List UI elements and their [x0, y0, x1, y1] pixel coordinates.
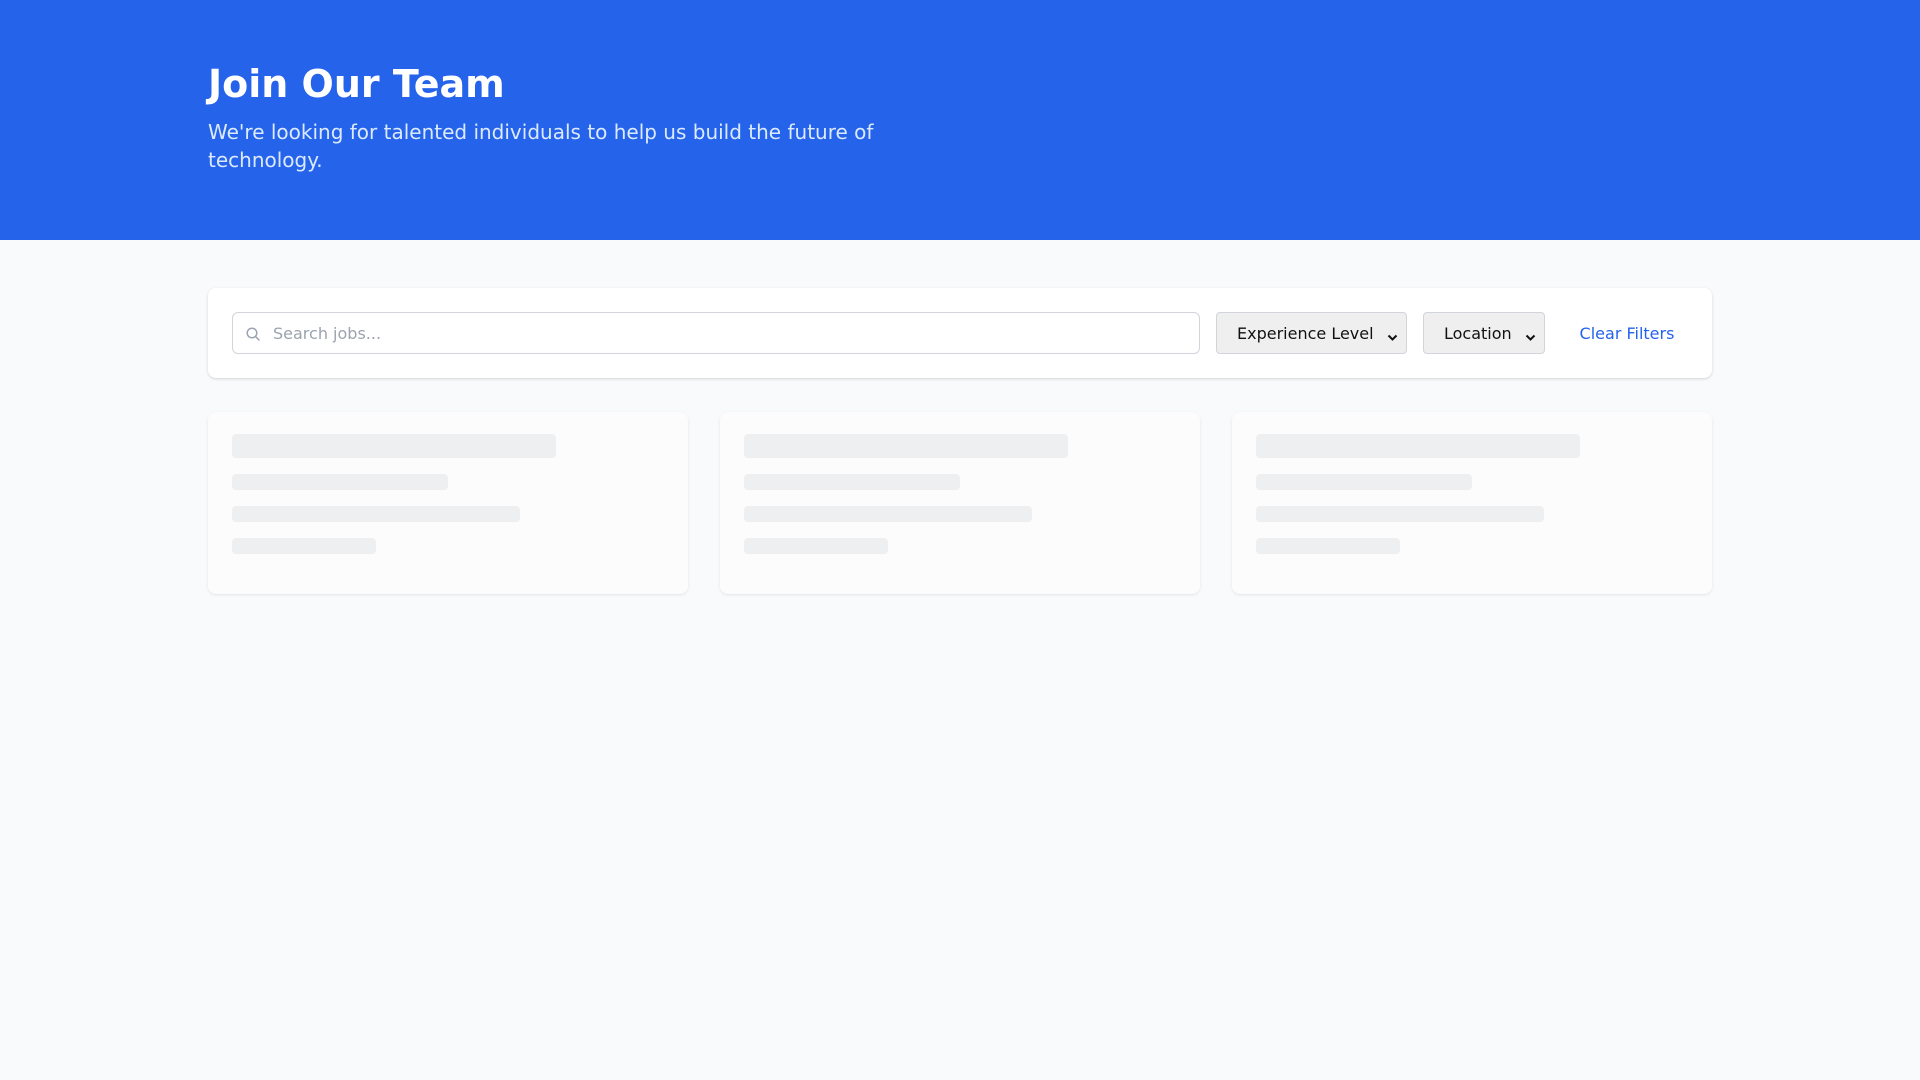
skeleton-line — [232, 538, 376, 554]
job-card-skeleton — [720, 412, 1200, 594]
location-select[interactable]: Location — [1423, 312, 1545, 354]
chevron-down-icon — [1525, 328, 1536, 341]
skeleton-line — [232, 506, 520, 522]
search-field[interactable] — [232, 312, 1200, 354]
chevron-down-icon — [1387, 328, 1398, 341]
skeleton-line — [744, 538, 888, 554]
skeleton-line — [744, 474, 960, 490]
job-card-skeleton — [208, 412, 688, 594]
page-title: Join Our Team — [208, 62, 505, 106]
skeleton-line — [1256, 538, 1400, 554]
hero-banner: Join Our Team We're looking for talented… — [0, 0, 1920, 240]
search-input[interactable] — [273, 313, 1193, 353]
experience-level-select[interactable]: Experience Level — [1216, 312, 1407, 354]
filter-bar: Experience Level Location Clear Filters — [208, 288, 1712, 378]
location-label: Location — [1444, 323, 1512, 343]
clear-filters-button[interactable]: Clear Filters — [1561, 312, 1693, 354]
skeleton-line — [1256, 506, 1544, 522]
skeleton-line — [744, 506, 1032, 522]
skeleton-title — [1256, 434, 1580, 458]
skeleton-line — [232, 474, 448, 490]
skeleton-title — [744, 434, 1068, 458]
skeleton-line — [1256, 474, 1472, 490]
job-card-skeleton — [1232, 412, 1712, 594]
page-subtitle: We're looking for talented individuals t… — [208, 120, 874, 172]
hero-content: Join Our Team We're looking for talented… — [208, 60, 908, 174]
search-icon — [245, 326, 261, 342]
experience-level-label: Experience Level — [1237, 323, 1374, 343]
skeleton-title — [232, 434, 556, 458]
